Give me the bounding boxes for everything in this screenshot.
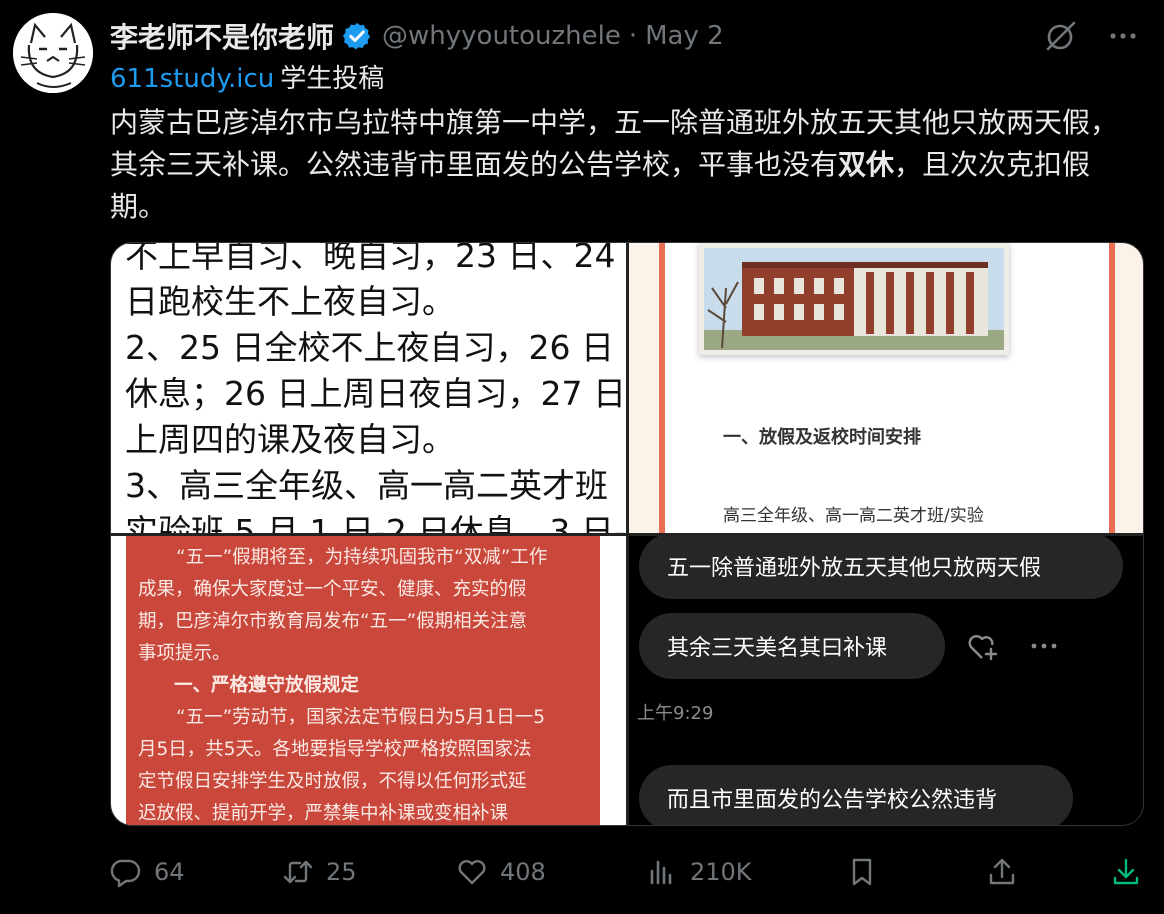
notice-text-line: 3、高三全年级、高一高二英才班 [125, 466, 608, 505]
message-more-icon [1031, 643, 1057, 649]
school-building-photo [699, 243, 1009, 355]
like-button[interactable]: 408 [456, 850, 546, 894]
reply-icon [110, 859, 141, 888]
reply-button[interactable]: 64 [110, 850, 185, 894]
media-grid: 不上早自习、晚自习，23 日、24 日跑校生不上夜自习。 2、25 日全校不上夜自习… [110, 242, 1144, 826]
tweet-text-bold: 双休 [838, 148, 895, 181]
notice-text-line: 实验班 5 月 1 日-2 日休息，3 日-5 [125, 512, 626, 533]
bureau-notice-lines: “五一”假期将至，为持续巩固我市“双减”工作成果，确保大家度过一个平安、健康、充… [138, 542, 598, 825]
verified-badge-icon [343, 22, 371, 50]
message-time: 上午9:29 [637, 703, 714, 724]
media-image-4[interactable]: 五一除普通班外放五天其他只放两天假 其余三天美名其曰补课 上午9:29 而且市里… [629, 536, 1143, 825]
notice-text-lines: 不上早自习、晚自习，23 日、24 日跑校生不上夜自习。 2、25 日全校不上夜自习… [125, 243, 626, 533]
bookmark-icon [852, 858, 872, 886]
notice-text-line: 不上早自习、晚自习，23 日、24 [125, 243, 616, 275]
share-icon [989, 858, 1015, 885]
notice-text-line: 休息；26 日上周日夜自习，27 日 [125, 374, 626, 413]
more-icon[interactable] [1106, 19, 1140, 53]
download-button[interactable] [1110, 850, 1142, 894]
submission-label: 学生投稿 [280, 64, 385, 94]
views-icon [650, 860, 672, 885]
notice-text-line: 日跑校生不上夜自习。 [125, 282, 455, 321]
bureau-notice-line: 期，巴彦淖尔市教育局发布“五一”假期相关注意 [138, 611, 528, 632]
tweet-date[interactable]: May 2 [645, 21, 724, 51]
avatar[interactable] [13, 13, 93, 93]
views-button[interactable]: 210K [646, 850, 752, 894]
tweet-subline: 611study.icu 学生投稿 [110, 58, 384, 95]
document-heading: 一、放假及返校时间安排 [723, 427, 921, 448]
display-name[interactable]: 李老师不是你老师 [110, 16, 334, 56]
bureau-notice-line: 迟放假、提前开学，严禁集中补课或变相补课 [138, 803, 509, 824]
notice-text-line: 上周四的课及夜自习。 [125, 420, 455, 459]
media-image-3[interactable]: “五一”假期将至，为持续巩固我市“双减”工作成果，确保大家度过一个平安、健康、充… [111, 536, 626, 825]
download-icon [1113, 858, 1139, 885]
bureau-notice-line: “五一”劳动节，国家法定节假日为5月1日一5 [176, 707, 545, 728]
retweet-button[interactable]: 25 [282, 850, 357, 894]
media-image-1[interactable]: 不上早自习、晚自习，23 日、24 日跑校生不上夜自习。 2、25 日全校不上夜自习… [111, 243, 626, 533]
chat-bubble-3: 而且市里面发的公告学校公然违背 [639, 765, 1073, 825]
retweet-count: 25 [326, 858, 357, 886]
grok-icon[interactable] [1044, 19, 1078, 53]
tweet-header: 李老师不是你老师 @whyyoutouzhele · May 2 [110, 14, 1140, 58]
separator-dot: · [628, 21, 638, 51]
share-button[interactable] [986, 850, 1018, 894]
bureau-notice-line: 月5日，共5天。各地要指导学校严格按照国家法 [138, 739, 532, 760]
bureau-notice-line: “五一”假期将至，为持续巩固我市“双减”工作 [176, 547, 548, 568]
views-count: 210K [690, 858, 752, 886]
frame-border-right [1109, 243, 1115, 533]
like-count: 408 [500, 858, 546, 886]
bureau-notice-line: 成果，确保大家度过一个平安、健康、充实的假 [138, 579, 527, 600]
bureau-notice-line: 事项提示。 [138, 643, 231, 664]
document-body-text: 高三全年级、高一高二英才班/实验 [723, 506, 984, 526]
notice-text-line: 2、25 日全校不上夜自习，26 日 [125, 328, 614, 367]
tweet-text: 内蒙古巴彦淖尔市乌拉特中旗第一中学，五一除普通班外放五天其他只放两天假，其余三天… [110, 102, 1140, 228]
action-bar: 64 25 408 210K [110, 850, 1144, 894]
bureau-notice-page: “五一”假期将至，为持续巩固我市“双减”工作成果，确保大家度过一个平安、健康、充… [126, 536, 600, 825]
bureau-notice-line: 定节假日安排学生及时放假，不得以任何形式延 [138, 771, 527, 792]
retweet-icon [283, 860, 313, 884]
avatar-cat-drawing [13, 13, 93, 93]
chat-bubble-1: 五一除普通班外放五天其他只放两天假 [639, 536, 1123, 599]
reply-count: 64 [154, 858, 185, 886]
site-link[interactable]: 611study.icu [110, 64, 274, 94]
like-icon [458, 860, 486, 885]
heart-add-icon [968, 635, 998, 661]
bookmark-button[interactable] [846, 850, 878, 894]
user-handle[interactable]: @whyyoutouzhele [382, 21, 621, 51]
bureau-notice-line: 一、严格遵守放假规定 [174, 675, 360, 696]
chat-bubble-2: 其余三天美名其曰补课 [639, 613, 945, 679]
media-image-2[interactable]: 一、放假及返校时间安排 高三全年级、高一高二英才班/实验 [629, 243, 1143, 533]
